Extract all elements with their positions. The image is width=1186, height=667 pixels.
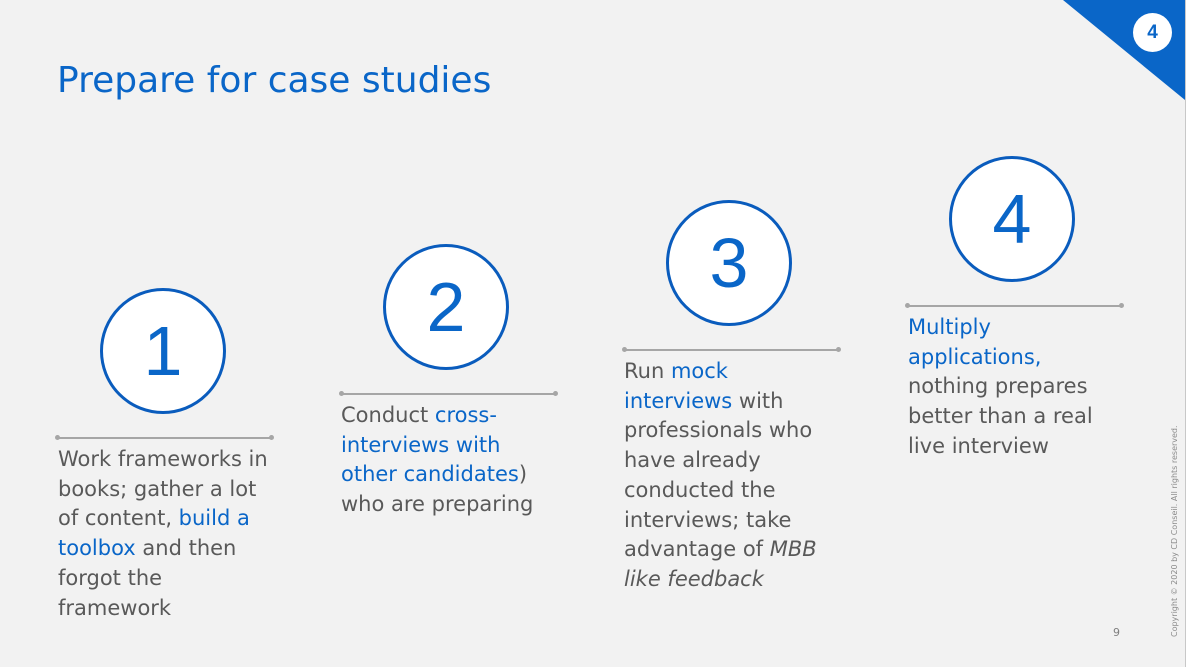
slide-title: Prepare for case studies — [57, 60, 492, 101]
slide: 4 Prepare for case studies 1 Work framew… — [0, 0, 1186, 667]
step-2-number-circle: 2 — [383, 244, 509, 370]
step-3-number-circle: 3 — [666, 200, 792, 326]
step-2-text: Conduct cross-interviews with other cand… — [341, 401, 561, 520]
step-3-divider — [622, 347, 841, 352]
step-2-text-part: Conduct — [341, 403, 435, 427]
copyright-notice: Copyright © 2020 by CD Conseil. All righ… — [1170, 425, 1179, 637]
step-4-number-circle: 4 — [949, 156, 1075, 282]
step-3-text-part: Run — [624, 359, 671, 383]
corner-triangle — [1063, 0, 1185, 100]
step-1-number-circle: 1 — [100, 288, 226, 414]
page-number: 9 — [1113, 626, 1120, 639]
step-2-divider — [339, 391, 558, 396]
step-4-text-part: nothing prepares better than a real live… — [908, 374, 1093, 458]
step-4-divider — [905, 303, 1124, 308]
step-1-divider — [55, 435, 274, 440]
step-3-text-part: with professionals who have already cond… — [624, 388, 813, 562]
corner-section-badge: 4 — [1133, 13, 1172, 52]
step-4-text: Multiply applications, nothing prepares … — [908, 313, 1123, 462]
step-1-text: Work frameworks in books; gather a lot o… — [58, 445, 278, 623]
step-4-highlight: Multiply applications, — [908, 315, 1042, 369]
step-3-text: Run mock interviews with professionals w… — [624, 357, 839, 595]
